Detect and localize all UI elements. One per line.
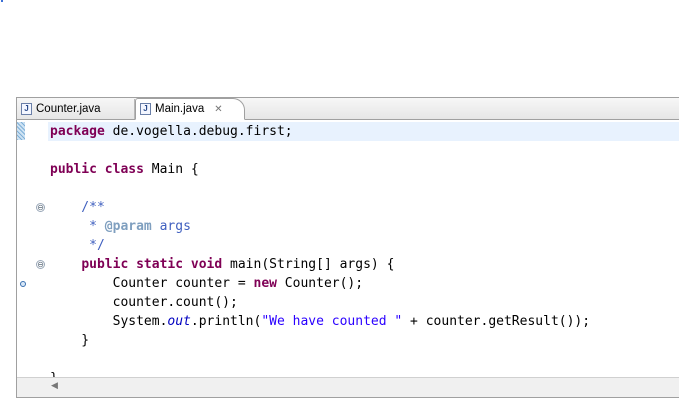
editor-tab-bar: J Counter.java J Main.java ✕ [17, 98, 679, 120]
breakpoint-icon[interactable] [20, 281, 26, 287]
tab-label: Counter.java [36, 103, 101, 115]
java-editor: J Counter.java J Main.java ✕ ⊖ ⊖ package… [16, 97, 679, 398]
current-line-marker-icon [17, 122, 25, 140]
fold-collapse-icon[interactable]: ⊖ [36, 203, 45, 212]
code-line: package de.vogella.debug.first; [48, 122, 679, 141]
tab-counter-java[interactable]: J Counter.java [17, 99, 135, 119]
code-line: /** [50, 200, 105, 215]
fold-collapse-icon[interactable]: ⊖ [36, 260, 45, 269]
close-tab-icon[interactable]: ✕ [214, 104, 222, 115]
code-area[interactable]: package de.vogella.debug.first; public c… [48, 120, 679, 378]
code-line: System.out.println("We have counted " + … [50, 314, 591, 329]
editor-left-ruler[interactable]: ⊖ ⊖ [17, 120, 47, 378]
java-file-icon: J [21, 103, 32, 115]
java-file-icon: J [140, 103, 151, 115]
code-line: */ [50, 238, 105, 253]
code-line: } [50, 333, 90, 348]
code-line: * @param args [50, 219, 191, 234]
code-line: counter.count(); [50, 295, 238, 310]
code-line: Counter counter = new Counter(); [50, 276, 364, 291]
tab-main-java[interactable]: J Main.java ✕ [135, 98, 245, 120]
corner-marker [1, 0, 3, 2]
code-line: public static void main(String[] args) { [81, 257, 395, 272]
horizontal-scrollbar[interactable]: ◀ [17, 377, 679, 397]
tab-label: Main.java [155, 103, 205, 115]
scroll-left-icon[interactable]: ◀ [51, 381, 58, 391]
code-line: public class Main { [50, 162, 199, 177]
